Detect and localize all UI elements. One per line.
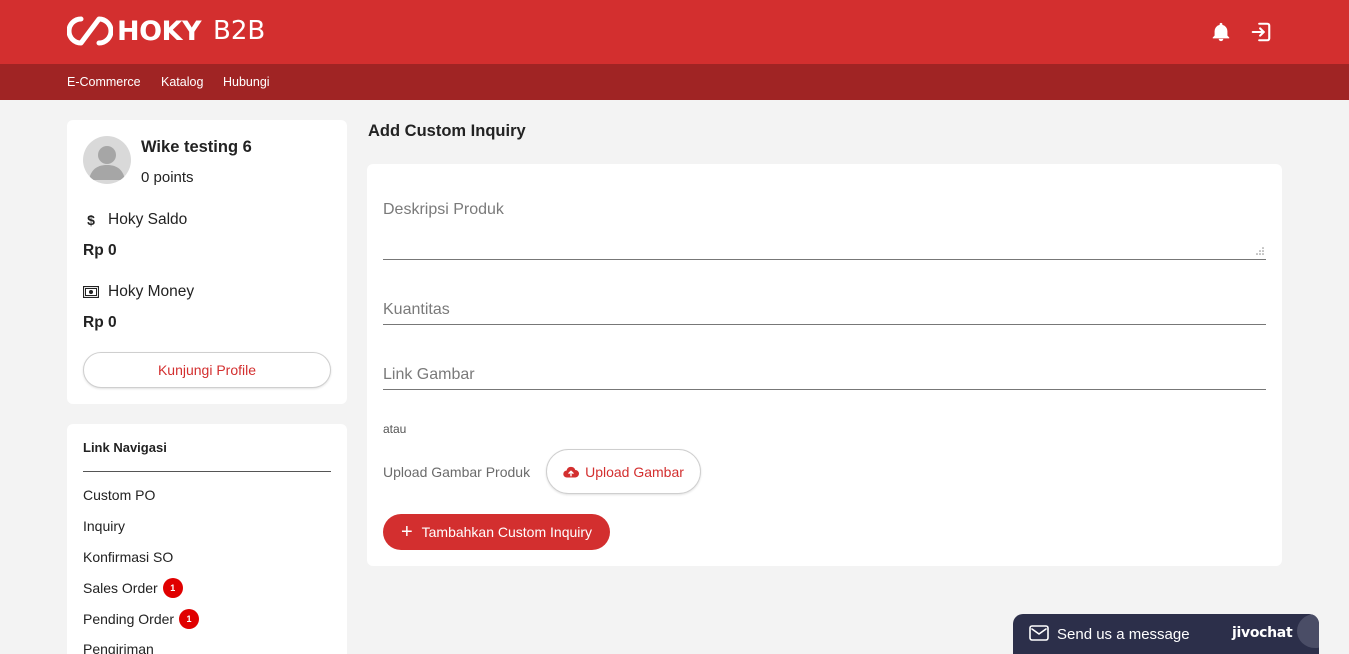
kuantitas-label: Kuantitas <box>383 301 450 318</box>
nav-item-label: Pengiriman <box>83 641 154 654</box>
saldo-value: Rp 0 <box>83 242 117 259</box>
bell-icon[interactable] <box>1210 21 1232 43</box>
chat-bubble-icon <box>1297 614 1319 648</box>
nav-item-pengiriman[interactable]: Pengiriman <box>83 641 154 654</box>
user-name: Wike testing 6 <box>141 138 252 156</box>
profile-card: Wike testing 6 0 points $ Hoky Saldo Rp … <box>67 120 347 404</box>
money-label: Hoky Money <box>108 283 195 300</box>
logout-icon[interactable] <box>1250 21 1272 43</box>
top-header: HOKY B2B <box>0 0 1349 64</box>
page-title: Add Custom Inquiry <box>368 122 526 140</box>
money-bill-icon <box>83 286 99 298</box>
nav-item-inquiry[interactable]: Inquiry <box>83 518 125 534</box>
nav-divider <box>83 471 331 472</box>
brand-name: HOKY <box>117 15 202 47</box>
sub-navigation: E-Commerce Katalog Hubungi <box>0 64 1349 100</box>
add-custom-inquiry-button[interactable]: + Tambahkan Custom Inquiry <box>383 514 610 550</box>
nav-item-label: Sales Order <box>83 580 158 596</box>
saldo-label: Hoky Saldo <box>108 211 188 228</box>
nav-item-label: Konfirmasi SO <box>83 549 174 565</box>
resize-handle-icon[interactable] <box>1256 247 1264 255</box>
subnav-katalog[interactable]: Katalog <box>161 75 203 89</box>
nav-item-pending-order[interactable]: Pending Order 1 <box>83 609 200 629</box>
saldo-row: $ Hoky Saldo <box>83 211 187 229</box>
subnav-ecommerce[interactable]: E-Commerce <box>67 75 141 89</box>
money-value: Rp 0 <box>83 314 117 331</box>
visit-profile-button[interactable]: Kunjungi Profile <box>83 352 331 388</box>
user-points: 0 points <box>141 169 194 186</box>
navigation-card: Link Navigasi Custom PO Inquiry Konfirma… <box>67 424 347 654</box>
nav-item-label: Pending Order <box>83 611 175 627</box>
money-row: Hoky Money <box>83 283 194 301</box>
avatar <box>83 136 131 184</box>
chat-widget[interactable]: Send us a message jivochat <box>1013 614 1319 654</box>
hoky-logo-icon <box>67 16 113 46</box>
subnav-hubungi[interactable]: Hubungi <box>223 75 270 89</box>
or-text: atau <box>383 422 407 436</box>
nav-title: Link Navigasi <box>83 440 167 455</box>
plus-icon: + <box>400 521 413 543</box>
mail-icon <box>1029 625 1049 641</box>
nav-item-label: Custom PO <box>83 487 156 503</box>
deskripsi-produk-textarea[interactable]: Deskripsi Produk <box>383 190 1266 260</box>
brand-sub: B2B <box>213 16 266 46</box>
link-gambar-input[interactable]: Link Gambar <box>383 355 1266 390</box>
upload-image-label: Upload Gambar Produk <box>383 464 531 480</box>
custom-inquiry-form: Deskripsi Produk Kuantitas Link Gambar a… <box>367 164 1282 566</box>
cloud-upload-icon <box>563 466 580 478</box>
notification-badge: 1 <box>162 578 183 598</box>
chat-message-label: Send us a message <box>1057 626 1190 643</box>
dollar-icon: $ <box>87 212 95 228</box>
nav-item-custom-po[interactable]: Custom PO <box>83 487 155 503</box>
brand-logo[interactable]: HOKY B2B <box>67 14 265 48</box>
add-custom-inquiry-label: Tambahkan Custom Inquiry <box>421 524 593 540</box>
upload-image-button-label: Upload Gambar <box>585 463 684 480</box>
user-placeholder-icon <box>89 146 125 180</box>
deskripsi-produk-label: Deskripsi Produk <box>383 201 504 218</box>
notification-badge: 1 <box>179 609 200 629</box>
nav-item-label: Inquiry <box>83 518 126 534</box>
upload-image-button[interactable]: Upload Gambar <box>546 449 701 494</box>
chat-brand-logo: jivochat <box>1232 625 1293 641</box>
link-gambar-label: Link Gambar <box>383 366 475 383</box>
kuantitas-input[interactable]: Kuantitas <box>383 290 1266 325</box>
nav-item-sales-order[interactable]: Sales Order 1 <box>83 578 183 598</box>
nav-item-konfirmasi-so[interactable]: Konfirmasi SO <box>83 549 173 565</box>
